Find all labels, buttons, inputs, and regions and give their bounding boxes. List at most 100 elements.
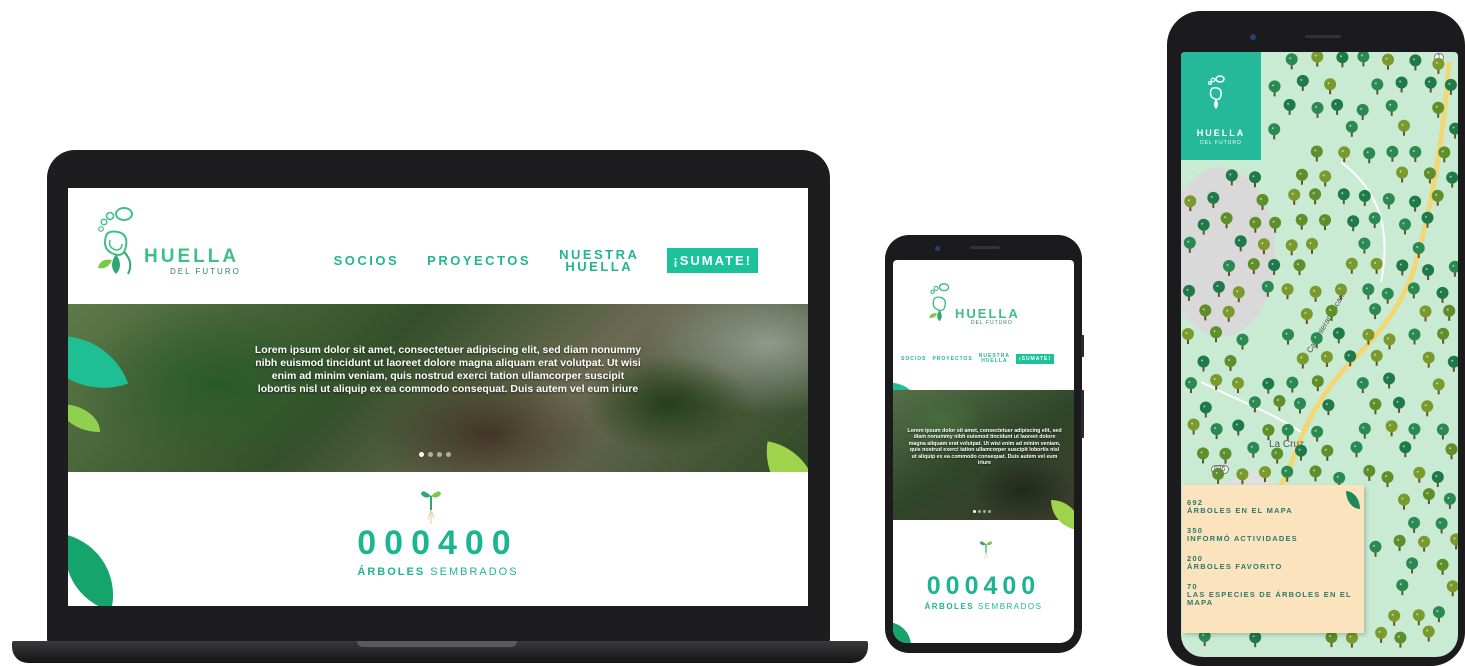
tree-marker-icon[interactable] [1309,465,1322,482]
tree-marker-icon[interactable] [1393,534,1406,551]
tree-marker-icon[interactable] [1412,609,1425,626]
tree-marker-icon[interactable] [1311,52,1324,67]
tree-marker-icon[interactable] [1223,260,1235,276]
tree-marker-icon[interactable] [1422,488,1435,505]
tree-marker-icon[interactable] [1383,333,1396,350]
tree-marker-icon[interactable] [1445,443,1458,460]
tree-marker-icon[interactable] [1281,283,1294,300]
tree-marker-icon[interactable] [1321,444,1334,461]
tree-marker-icon[interactable] [1345,120,1358,137]
tree-marker-icon[interactable] [1268,259,1281,275]
tree-marker-icon[interactable] [1324,78,1337,95]
tree-marker-icon[interactable] [1347,215,1360,232]
tree-marker-icon[interactable] [1306,237,1318,254]
tree-marker-icon[interactable] [1432,57,1445,74]
tree-marker-icon[interactable] [1232,286,1245,303]
tree-marker-icon[interactable] [1293,259,1306,276]
tree-marker-icon[interactable] [1199,401,1212,418]
carousel-dot[interactable] [437,452,442,457]
tree-marker-icon[interactable] [1385,420,1398,437]
tree-marker-icon[interactable] [1399,441,1412,458]
tree-marker-icon[interactable] [1249,171,1261,188]
tree-marker-icon[interactable] [1212,280,1225,297]
tree-marker-icon[interactable] [1183,284,1195,301]
tree-marker-icon[interactable] [1358,189,1371,206]
tree-marker-icon[interactable] [1406,557,1419,574]
tree-marker-icon[interactable] [1369,398,1382,415]
tree-marker-icon[interactable] [1362,283,1375,300]
tree-marker-icon[interactable] [1331,98,1344,115]
tree-marker-icon[interactable] [1310,145,1323,162]
tree-marker-icon[interactable] [1300,308,1313,324]
tree-marker-icon[interactable] [1224,355,1237,371]
tree-marker-icon[interactable] [1296,74,1309,91]
tree-marker-icon[interactable] [1432,101,1445,118]
tree-marker-icon[interactable] [1368,212,1381,229]
tree-marker-icon[interactable] [1370,257,1383,274]
tree-marker-icon[interactable] [1363,147,1376,164]
tree-marker-icon[interactable] [1259,466,1271,483]
tree-marker-icon[interactable] [1336,52,1349,68]
tree-marker-icon[interactable] [1409,54,1422,71]
nav-link-proyectos[interactable]: PROYECTOS [427,254,531,267]
tree-marker-icon[interactable] [1185,377,1197,394]
tree-marker-icon[interactable] [1385,99,1398,116]
tree-marker-icon[interactable] [1222,305,1235,322]
nav-link-proyectos[interactable]: PROYECTOS [932,356,972,362]
tree-marker-icon[interactable] [1446,171,1458,188]
nav-link-nuestra-huella[interactable]: NUESTRA HUELLA [979,354,1010,364]
tree-marker-icon[interactable] [1408,328,1421,345]
tree-marker-icon[interactable] [1325,631,1338,648]
sumate-button[interactable]: ¡SUMATE! [667,248,758,273]
tree-marker-icon[interactable] [1220,212,1233,229]
tree-marker-icon[interactable] [1446,580,1458,597]
tree-marker-icon[interactable] [1396,579,1409,596]
tree-marker-icon[interactable] [1383,372,1396,389]
tree-marker-icon[interactable] [1187,418,1200,435]
tree-marker-icon[interactable] [1357,52,1370,67]
tree-marker-icon[interactable] [1432,606,1445,623]
tree-marker-icon[interactable] [1356,377,1369,394]
tree-marker-icon[interactable] [1335,283,1347,300]
tree-marker-icon[interactable] [1421,211,1434,228]
tree-marker-icon[interactable] [1282,328,1294,345]
brand-logo[interactable]: HUELLA DEL FUTURO [94,202,254,282]
tree-marker-icon[interactable] [1311,375,1324,392]
tree-marker-icon[interactable] [1210,374,1223,390]
tree-marker-icon[interactable] [1197,447,1209,464]
tree-marker-icon[interactable] [1311,101,1324,118]
tree-marker-icon[interactable] [1344,350,1357,367]
nav-link-socios[interactable]: SOCIOS [901,356,926,362]
tree-marker-icon[interactable] [1273,395,1286,411]
tree-marker-icon[interactable] [1437,327,1450,344]
carousel-dot[interactable] [446,452,451,457]
tree-marker-icon[interactable] [1268,80,1281,97]
tree-marker-icon[interactable] [1234,235,1247,252]
tree-marker-icon[interactable] [1257,238,1270,255]
tree-marker-icon[interactable] [1261,280,1274,297]
tree-marker-icon[interactable] [1436,423,1449,440]
tree-marker-icon[interactable] [1358,237,1371,254]
tree-marker-icon[interactable] [1422,351,1435,368]
tree-marker-icon[interactable] [1232,377,1244,394]
tree-marker-icon[interactable] [1271,447,1284,464]
carousel-dot[interactable] [973,510,976,513]
tree-marker-icon[interactable] [1183,236,1196,253]
tree-marker-icon[interactable] [1418,535,1431,552]
tree-marker-icon[interactable] [1294,397,1306,414]
carousel-dot[interactable] [983,510,986,513]
tree-marker-icon[interactable] [1443,304,1456,321]
tree-marker-icon[interactable] [1249,631,1262,648]
tree-marker-icon[interactable] [1431,471,1444,487]
tree-marker-icon[interactable] [1382,193,1395,209]
tree-marker-icon[interactable] [1399,218,1411,235]
tree-marker-icon[interactable] [1449,122,1458,139]
tree-marker-icon[interactable] [1448,260,1458,277]
tree-marker-icon[interactable] [1236,468,1249,485]
tree-marker-icon[interactable] [1371,78,1384,95]
tree-marker-icon[interactable] [1421,400,1434,417]
tree-marker-icon[interactable] [1184,195,1197,212]
tree-marker-icon[interactable] [1450,533,1458,550]
tree-marker-icon[interactable] [1394,631,1407,648]
tree-marker-icon[interactable] [1256,193,1269,210]
